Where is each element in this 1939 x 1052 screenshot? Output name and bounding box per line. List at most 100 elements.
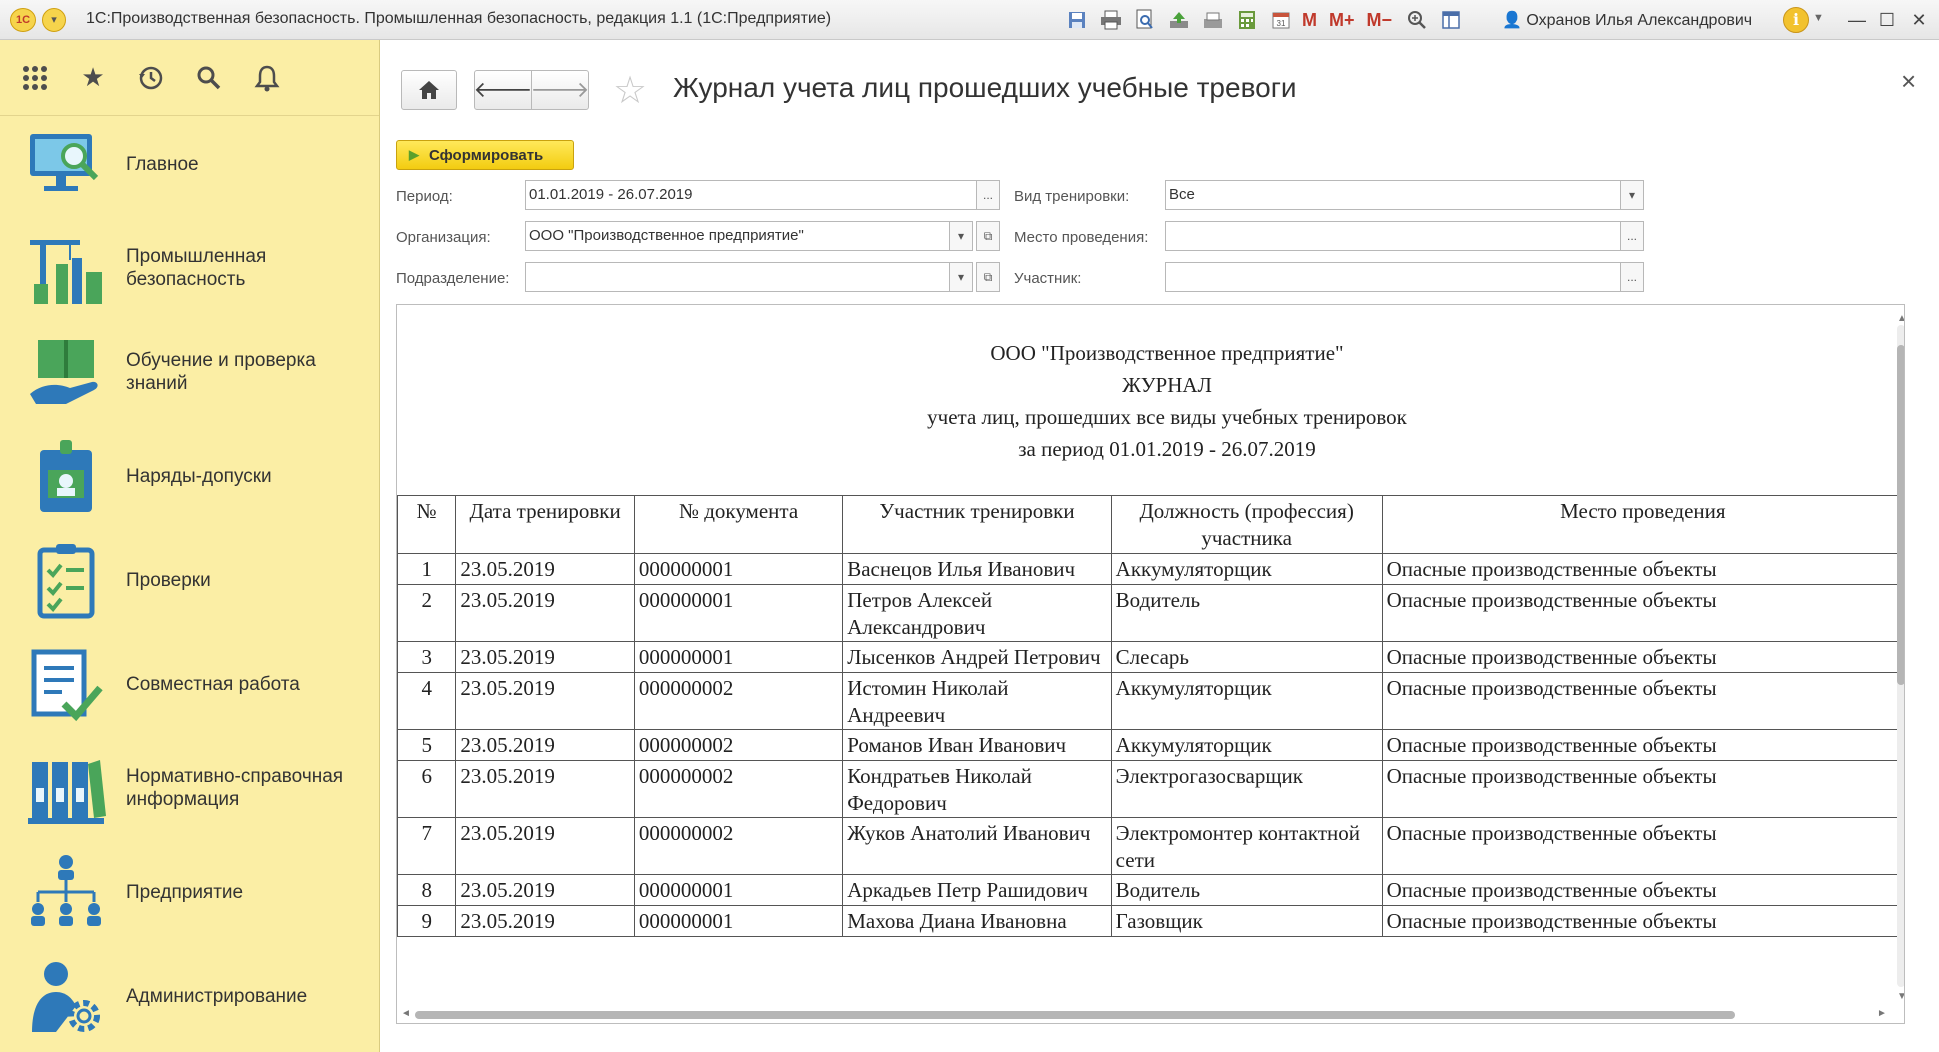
place-select-button[interactable]: ... (1620, 221, 1644, 251)
table-cell: Опасные производственные объекты (1381, 874, 1904, 906)
close-form-icon[interactable]: × (1901, 66, 1916, 97)
main-menu-dropdown-icon[interactable]: ▾ (42, 8, 66, 32)
table-cell: Васнецов Илья Иванович (842, 553, 1112, 585)
organization-dropdown-button[interactable]: ▾ (949, 221, 973, 251)
home-icon (419, 81, 439, 99)
back-button[interactable]: 🡐 (474, 70, 533, 110)
sidebar-item-label: Совместная работа (126, 673, 300, 695)
table-cell: 1 (397, 553, 457, 585)
sidebar-item-label: Проверки (126, 569, 211, 591)
column-header: Должность (профессия) участника (1110, 495, 1383, 554)
sidebar-item-training[interactable]: Обучение и проверка знаний (0, 320, 378, 424)
sidebar-item-industrial-safety[interactable]: Промышленная безопасность (0, 216, 378, 320)
table-row: 4 23.05.2019 000000002 Истомин Николай Андр… (397, 672, 1904, 730)
sidebar-item-administration[interactable]: Администрирование (0, 944, 378, 1048)
generate-report-button[interactable]: ▶ Сформировать (396, 140, 574, 170)
horizontal-scrollbar[interactable]: ◄ ► (397, 1005, 1894, 1023)
training-type-dropdown-button[interactable]: ▾ (1620, 180, 1644, 210)
table-cell: Опасные производственные объекты (1381, 672, 1904, 730)
memory-plus-button[interactable]: M+ (1329, 7, 1355, 33)
sidebar-item-inspections[interactable]: Проверки (0, 528, 378, 632)
upload-icon[interactable] (1166, 7, 1192, 33)
department-field[interactable] (525, 262, 950, 292)
scan-icon[interactable] (1200, 7, 1226, 33)
memory-m-button[interactable]: M (1302, 7, 1317, 33)
table-cell: 7 (397, 817, 457, 875)
sidebar-item-label: Обучение и проверка знаний (126, 350, 316, 394)
minimize-icon[interactable]: — (1842, 6, 1872, 34)
app-title: 1С:Производственная безопасность. Промыш… (86, 10, 832, 27)
table-cell: Опасные производственные объекты (1381, 760, 1904, 818)
binders-icon (28, 760, 106, 824)
print-icon[interactable] (1098, 7, 1124, 33)
organization-field[interactable]: ООО "Производственное предприятие" (525, 221, 950, 251)
table-cell: 9 (397, 905, 457, 937)
scroll-down-icon[interactable]: ▼ (1897, 991, 1904, 1002)
page-title: Журнал учета лиц прошедших учебные трево… (673, 72, 1297, 103)
table-cell: Слесарь (1110, 641, 1383, 673)
checklist-clipboard-icon (37, 544, 95, 619)
table-cell: Электрогазосварщик (1110, 760, 1383, 818)
close-window-icon[interactable]: ✕ (1904, 6, 1934, 34)
department-open-icon[interactable]: ⧉ (976, 262, 1000, 292)
column-header: Дата тренировки (455, 495, 635, 554)
report-form: 🡐 🡒 ☆ Журнал учета лиц прошедших учебные… (381, 40, 1939, 1052)
table-cell: 000000002 (633, 817, 844, 875)
table-cell: 3 (397, 641, 457, 673)
save-icon[interactable] (1064, 7, 1090, 33)
department-dropdown-button[interactable]: ▾ (949, 262, 973, 292)
search-icon[interactable] (192, 61, 226, 95)
table-cell: Петров Алексей Александрович (842, 584, 1112, 642)
participant-select-button[interactable]: ... (1620, 262, 1644, 292)
training-type-label: Вид тренировки: (1014, 188, 1130, 205)
scroll-thumb[interactable] (1897, 345, 1904, 685)
table-row: 7 23.05.2019 000000002 Жуков Анатолий Ивано… (397, 817, 1904, 875)
memory-minus-button[interactable]: M− (1367, 7, 1393, 33)
table-cell: Лысенков Андрей Петрович (842, 641, 1112, 673)
favorite-star-icon[interactable]: ☆ (613, 68, 647, 113)
scroll-right-icon[interactable]: ► (1877, 1008, 1887, 1019)
notifications-bell-icon[interactable] (250, 61, 284, 95)
panels-icon[interactable] (1438, 7, 1464, 33)
info-dropdown-icon[interactable]: ▼ (1813, 12, 1824, 24)
history-icon[interactable] (134, 61, 168, 95)
sidebar-item-main[interactable]: Главное (0, 112, 378, 216)
home-button[interactable] (401, 70, 457, 110)
table-cell: 000000001 (633, 553, 844, 585)
sidebar-item-work-permits[interactable]: Наряды-допуски (0, 424, 378, 528)
table-cell: Опасные производственные объекты (1381, 817, 1904, 875)
maximize-icon[interactable]: ☐ (1872, 6, 1902, 34)
scroll-left-icon[interactable]: ◄ (401, 1008, 411, 1019)
column-header: Участник тренировки (842, 495, 1112, 554)
table-row: 2 23.05.2019 000000001 Петров Алексей Алекс… (397, 584, 1904, 642)
apps-grid-icon[interactable] (18, 61, 52, 95)
horizontal-scroll-thumb[interactable] (415, 1011, 1735, 1019)
industrial-crane-icon (30, 240, 102, 304)
sidebar-item-reference-info[interactable]: Нормативно-справочная информация (0, 736, 378, 840)
sidebar-item-label: Наряды-допуски (126, 465, 272, 487)
vertical-scrollbar[interactable]: ▲ ▼ (1894, 313, 1904, 1005)
participant-field[interactable] (1165, 262, 1621, 292)
table-cell: 23.05.2019 (455, 874, 635, 906)
place-field[interactable] (1165, 221, 1621, 251)
print-preview-icon[interactable] (1132, 7, 1158, 33)
report-document[interactable]: ООО "Производственное предприятие" ЖУРНА… (396, 304, 1905, 1024)
favorites-star-icon[interactable]: ★ (76, 61, 110, 95)
table-cell: 23.05.2019 (455, 641, 635, 673)
sidebar-item-collaboration[interactable]: Совместная работа (0, 632, 378, 736)
forward-button[interactable]: 🡒 (531, 70, 590, 110)
sidebar-item-enterprise[interactable]: Предприятие (0, 840, 378, 944)
scroll-up-icon[interactable]: ▲ (1897, 313, 1904, 324)
current-user[interactable]: 👤 Охранов Илья Александрович (1502, 10, 1752, 30)
period-select-button[interactable]: ... (976, 180, 1000, 210)
calculator-icon[interactable] (1234, 7, 1260, 33)
period-field[interactable]: 01.01.2019 - 26.07.2019 (525, 180, 977, 210)
training-type-field[interactable]: Все (1165, 180, 1621, 210)
table-cell: 000000002 (633, 672, 844, 730)
table-cell: 23.05.2019 (455, 729, 635, 761)
info-icon[interactable]: i (1783, 7, 1809, 33)
organization-open-icon[interactable]: ⧉ (976, 221, 1000, 251)
calendar-icon[interactable]: 31 (1268, 7, 1294, 33)
zoom-icon[interactable] (1404, 7, 1430, 33)
user-icon: 👤 (1502, 12, 1522, 29)
